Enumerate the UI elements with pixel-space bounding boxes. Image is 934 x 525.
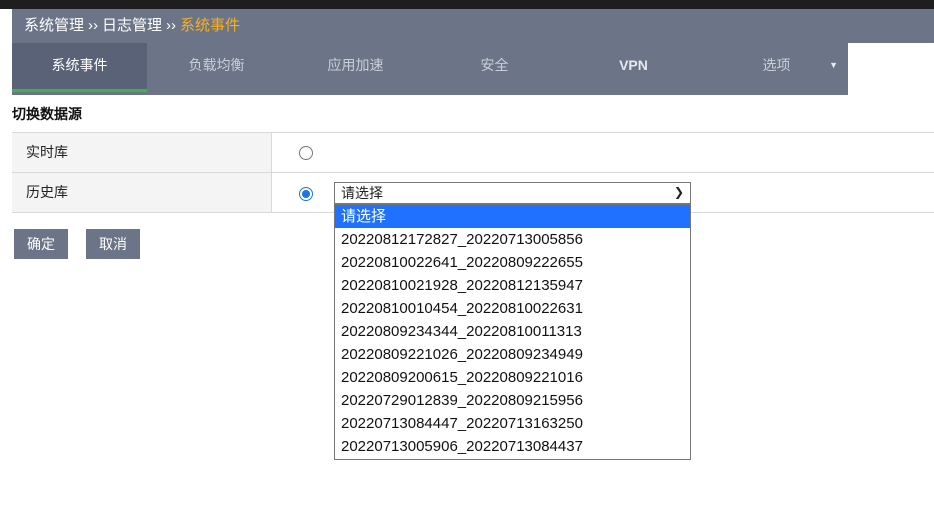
dropdown-option[interactable]: 20220729012839_20220809215956 (335, 389, 690, 412)
breadcrumb-separator: ›› (88, 17, 99, 34)
tab-security[interactable]: 安全 (427, 43, 562, 92)
select-value: 请选择 (341, 185, 383, 201)
caret-down-icon: ▼ (829, 60, 838, 70)
breadcrumb-item-log-management[interactable]: 日志管理 (102, 9, 162, 43)
dropdown-option[interactable]: 20220810021928_20220812135947 (335, 274, 690, 297)
realtime-label: 实时库 (12, 133, 272, 172)
tab-load-balancing[interactable]: 负载均衡 (149, 43, 284, 92)
realtime-radio[interactable] (299, 146, 313, 160)
history-radio[interactable] (299, 187, 313, 201)
tab-bar: 系统事件 负载均衡 应用加速 安全 VPN 选项 ▼ (12, 43, 934, 95)
tab-options-label: 选项 (762, 57, 791, 73)
confirm-button[interactable]: 确定 (14, 229, 68, 259)
tab-app-acceleration[interactable]: 应用加速 (288, 43, 423, 92)
section-title: 切换数据源 (12, 106, 82, 122)
dropdown-option[interactable]: 20220812172827_20220713005856 (335, 228, 690, 251)
dropdown-option[interactable]: 20220809234344_20220810011313 (335, 320, 690, 343)
form-row-realtime: 实时库 (12, 133, 934, 173)
dropdown-option[interactable]: 20220713084447_20220713163250 (335, 412, 690, 435)
cancel-button[interactable]: 取消 (86, 229, 140, 259)
history-label: 历史库 (12, 173, 272, 212)
breadcrumb-item-system-management[interactable]: 系统管理 (12, 9, 84, 43)
history-db-dropdown: 请选择 20220812172827_20220713005856 202208… (334, 204, 691, 460)
dropdown-option[interactable]: 20220713005906_20220713084437 (335, 435, 690, 458)
top-border (0, 0, 934, 9)
history-db-select[interactable]: 请选择 ❯ (334, 182, 691, 204)
tab-vpn[interactable]: VPN (566, 43, 701, 92)
dropdown-option[interactable]: 20220809200615_20220809221016 (335, 366, 690, 389)
dropdown-option[interactable]: 20220809221026_20220809234949 (335, 343, 690, 366)
tab-options[interactable]: 选项 ▼ (705, 43, 848, 92)
breadcrumb: 系统管理 ›› 日志管理 ›› 系统事件 (12, 9, 934, 43)
tab-row: 系统事件 负载均衡 应用加速 安全 VPN 选项 ▼ (12, 43, 848, 95)
breadcrumb-separator: ›› (166, 17, 177, 34)
chevron-down-icon: ❯ (673, 185, 684, 199)
dropdown-option[interactable]: 请选择 (335, 205, 690, 228)
dropdown-option[interactable]: 20220810022641_20220809222655 (335, 251, 690, 274)
breadcrumb-item-system-events: 系统事件 (180, 17, 241, 34)
tab-system-events[interactable]: 系统事件 (12, 43, 147, 92)
dropdown-option[interactable]: 20220810010454_20220810022631 (335, 297, 690, 320)
